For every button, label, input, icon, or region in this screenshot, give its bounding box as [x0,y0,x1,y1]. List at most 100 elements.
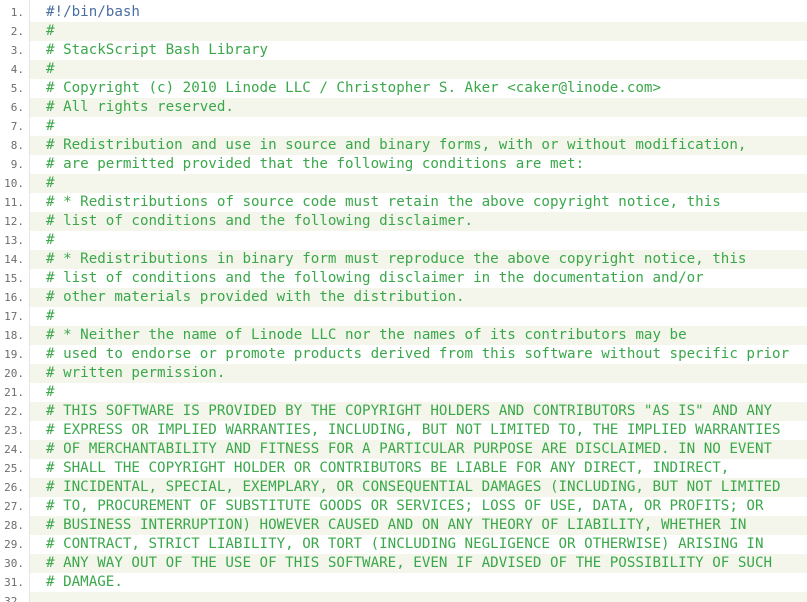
code-line-background: # list of conditions and the following d… [30,269,807,288]
comment-line-text: # [46,175,55,191]
code-line: # TO, PROCUREMENT OF SUBSTITUTE GOODS OR… [0,497,807,516]
code-line-background: # StackScript Bash Library [30,41,807,60]
comment-line-text: # EXPRESS OR IMPLIED WARRANTIES, INCLUDI… [46,422,781,438]
line-number: 15. [4,272,24,285]
line-number: 30. [4,557,24,570]
code-line-background: # * Neither the name of Linode LLC nor t… [30,326,807,345]
line-number: 25. [4,462,24,475]
comment-line-text: # * Redistributions of source code must … [46,194,721,210]
code-line-background: # [30,383,807,402]
code-line: # other materials provided with the dist… [0,288,807,307]
comment-line-text: # written permission. [46,365,226,381]
line-number: 8. [10,139,24,152]
code-listing: #!/bin/bash 1. #2. # StackScript Bash Libra… [0,0,807,602]
code-line-background: # * Redistributions in binary form must … [30,250,807,269]
comment-line-text: # other materials provided with the dist… [46,289,465,305]
line-number: 4. [10,63,24,76]
comment-line-text: # INCIDENTAL, SPECIAL, EXEMPLARY, OR CON… [46,479,781,495]
code-line-background: # [30,231,807,250]
comment-line-text: # * Neither the name of Linode LLC nor t… [46,327,687,343]
line-number: 16. [4,291,24,304]
code-line-background: # TO, PROCUREMENT OF SUBSTITUTE GOODS OR… [30,497,807,516]
comment-line-text: # BUSINESS INTERRUPTION) HOWEVER CAUSED … [46,517,747,533]
line-number: 18. [4,329,24,342]
code-line: 32. [0,592,807,602]
comment-line-text: # [46,118,55,134]
line-number: 13. [4,234,24,247]
code-line-background: # Copyright (c) 2010 Linode LLC / Christ… [30,79,807,98]
comment-line-text: # [46,384,55,400]
code-line: #17. [0,307,807,326]
line-number: 21. [4,386,24,399]
code-line-background: # [30,307,807,326]
code-line: # are permitted provided that the follow… [0,155,807,174]
code-line: #21. [0,383,807,402]
code-line-background: # SHALL THE COPYRIGHT HOLDER OR CONTRIBU… [30,459,807,478]
code-line: # list of conditions and the following d… [0,212,807,231]
code-line-background: # OF MERCHANTABILITY AND FITNESS FOR A P… [30,440,807,459]
comment-line-text: # THIS SOFTWARE IS PROVIDED BY THE COPYR… [46,403,773,419]
line-number: 5. [10,82,24,95]
code-line-background: # * Redistributions of source code must … [30,193,807,212]
code-line: # ANY WAY OUT OF THE USE OF THIS SOFTWAR… [0,554,807,573]
code-line-background: # other materials provided with the dist… [30,288,807,307]
code-line: #2. [0,22,807,41]
line-number: 7. [10,120,24,133]
line-number: 19. [4,348,24,361]
line-number: 23. [4,424,24,437]
comment-line-text: # [46,308,55,324]
code-line-background: # DAMAGE. [30,573,807,592]
code-line-background: # [30,117,807,136]
line-number: 9. [10,158,24,171]
line-number: 12. [4,215,24,228]
code-line: # Copyright (c) 2010 Linode LLC / Christ… [0,79,807,98]
comment-line-text: # list of conditions and the following d… [46,213,474,229]
code-line: #!/bin/bash 1. [0,3,807,22]
code-line: # written permission. 20. [0,364,807,383]
line-number: 14. [4,253,24,266]
comment-line-text: # DAMAGE. [46,574,123,590]
line-number: 32. [4,595,24,602]
comment-line-text: # TO, PROCUREMENT OF SUBSTITUTE GOODS OR… [46,498,764,514]
line-number: 1. [10,6,24,19]
code-line: # CONTRACT, STRICT LIABILITY, OR TORT (I… [0,535,807,554]
code-line-background: # written permission. [30,364,807,383]
line-number: 11. [4,196,24,209]
comment-line-text: # [46,232,55,248]
code-line-background [30,592,807,602]
shebang-line-text: #!/bin/bash [46,4,140,20]
code-line-background: # EXPRESS OR IMPLIED WARRANTIES, INCLUDI… [30,421,807,440]
line-number: 3. [10,44,24,57]
line-number: 31. [4,576,24,589]
comment-line-text: # [46,61,55,77]
code-line: # All rights reserved. 6. [0,98,807,117]
comment-line-text: # ANY WAY OUT OF THE USE OF THIS SOFTWAR… [46,555,773,571]
code-line-background: # used to endorse or promote products de… [30,345,807,364]
comment-line-text: # SHALL THE COPYRIGHT HOLDER OR CONTRIBU… [46,460,730,476]
line-number: 2. [10,25,24,38]
comment-line-text: # [46,23,55,39]
code-line-background: # list of conditions and the following d… [30,212,807,231]
line-number: 6. [10,101,24,114]
line-number: 22. [4,405,24,418]
code-line-background: # are permitted provided that the follow… [30,155,807,174]
code-line-background: # INCIDENTAL, SPECIAL, EXEMPLARY, OR CON… [30,478,807,497]
code-line-background: # CONTRACT, STRICT LIABILITY, OR TORT (I… [30,535,807,554]
code-line-background: # All rights reserved. [30,98,807,117]
code-line-background: # BUSINESS INTERRUPTION) HOWEVER CAUSED … [30,516,807,535]
line-number: 17. [4,310,24,323]
code-line: # THIS SOFTWARE IS PROVIDED BY THE COPYR… [0,402,807,421]
comment-line-text: # * Redistributions in binary form must … [46,251,747,267]
line-number: 28. [4,519,24,532]
comment-line-text: # list of conditions and the following d… [46,270,704,286]
comment-line-text: # All rights reserved. [46,99,234,115]
line-number: 27. [4,500,24,513]
code-line: # * Neither the name of Linode LLC nor t… [0,326,807,345]
code-line-background: # [30,60,807,79]
code-line: #7. [0,117,807,136]
comment-line-text: # Copyright (c) 2010 Linode LLC / Christ… [46,80,661,96]
comment-line-text: # StackScript Bash Library [46,42,269,58]
comment-line-text: # are permitted provided that the follow… [46,156,585,172]
code-line: # SHALL THE COPYRIGHT HOLDER OR CONTRIBU… [0,459,807,478]
line-number: 26. [4,481,24,494]
